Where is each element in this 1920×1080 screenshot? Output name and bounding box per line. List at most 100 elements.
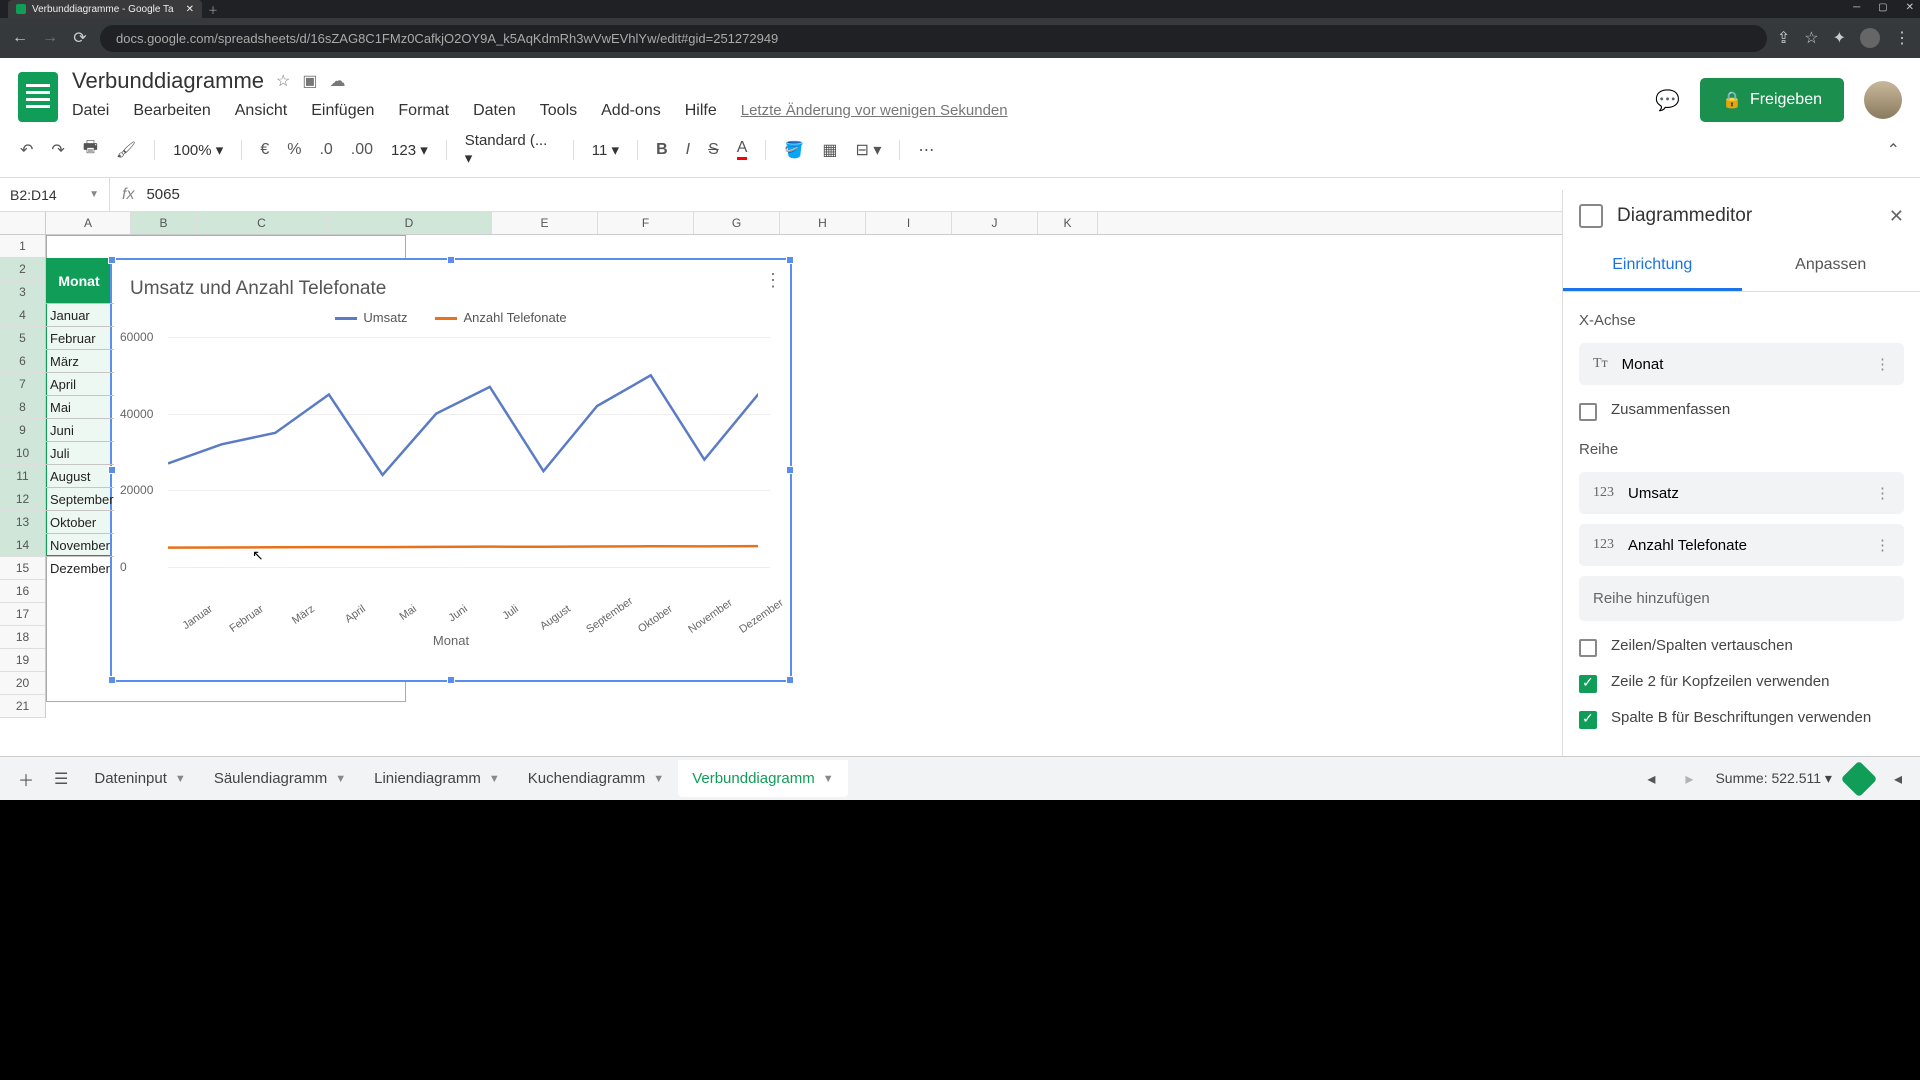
- cell-month[interactable]: März: [46, 349, 114, 372]
- col-header[interactable]: K: [1038, 212, 1098, 234]
- tab-setup[interactable]: Einrichtung: [1563, 242, 1742, 291]
- field-menu-icon[interactable]: ⋮: [1875, 536, 1890, 554]
- row-header[interactable]: 9: [0, 419, 45, 442]
- row-header[interactable]: 3: [0, 281, 45, 304]
- comments-icon[interactable]: 💬: [1655, 88, 1680, 113]
- tab-close-icon[interactable]: ✕: [186, 4, 194, 15]
- text-color-icon[interactable]: A: [737, 139, 748, 160]
- paint-format-icon[interactable]: 🖌: [116, 140, 136, 160]
- row-header[interactable]: 5: [0, 327, 45, 350]
- swap-checkbox-row[interactable]: Zeilen/Spalten vertauschen: [1579, 637, 1904, 657]
- row-header[interactable]: 11: [0, 465, 45, 488]
- xaxis-field[interactable]: Tᴛ Monat ⋮: [1579, 343, 1904, 385]
- row-header[interactable]: 18: [0, 626, 45, 649]
- row-header[interactable]: 17: [0, 603, 45, 626]
- col-header[interactable]: E: [492, 212, 598, 234]
- cell-month[interactable]: Dezember: [46, 556, 114, 579]
- row-header[interactable]: 13: [0, 511, 45, 534]
- series-field-telefonate[interactable]: 123 Anzahl Telefonate ⋮: [1579, 524, 1904, 566]
- font-select[interactable]: Standard (... ▾: [465, 132, 555, 167]
- row-header[interactable]: 12: [0, 488, 45, 511]
- explore-icon[interactable]: [1841, 760, 1878, 797]
- menu-format[interactable]: Format: [398, 102, 449, 120]
- row-header[interactable]: 21: [0, 695, 45, 718]
- select-all-corner[interactable]: [0, 212, 46, 235]
- cell-month-header[interactable]: Monat: [46, 258, 112, 303]
- sheet-tab[interactable]: Liniendiagramm▼: [360, 760, 514, 797]
- minimize-icon[interactable]: ─: [1853, 2, 1860, 13]
- checkbox-checked[interactable]: [1579, 675, 1597, 693]
- print-icon[interactable]: 🖶: [83, 136, 98, 163]
- browser-tab[interactable]: Verbunddiagramme - Google Ta ✕: [8, 0, 202, 18]
- profile-avatar-icon[interactable]: [1860, 28, 1880, 48]
- reload-icon[interactable]: ⟳: [70, 28, 90, 48]
- menu-einfuegen[interactable]: Einfügen: [311, 102, 374, 120]
- col-header[interactable]: J: [952, 212, 1038, 234]
- col-header[interactable]: F: [598, 212, 694, 234]
- col-header[interactable]: C: [197, 212, 327, 234]
- sheets-logo-icon[interactable]: [18, 72, 58, 122]
- more-formats-select[interactable]: 123 ▾: [391, 141, 428, 159]
- row-header[interactable]: 20: [0, 672, 45, 695]
- checkbox-checked[interactable]: [1579, 711, 1597, 729]
- cell-month[interactable]: Juli: [46, 441, 114, 464]
- close-panel-icon[interactable]: ✕: [1889, 206, 1904, 227]
- menu-daten[interactable]: Daten: [473, 102, 516, 120]
- extensions-icon[interactable]: ✦: [1833, 28, 1846, 48]
- cell-month[interactable]: August: [46, 464, 114, 487]
- menu-ansicht[interactable]: Ansicht: [235, 102, 287, 120]
- percent-icon[interactable]: %: [287, 141, 301, 159]
- row-header[interactable]: 16: [0, 580, 45, 603]
- col-header[interactable]: G: [694, 212, 780, 234]
- menu-datei[interactable]: Datei: [72, 102, 109, 120]
- menu-hilfe[interactable]: Hilfe: [685, 102, 717, 120]
- cell-month[interactable]: November: [46, 533, 114, 556]
- add-sheet-icon[interactable]: ＋: [10, 759, 42, 799]
- row-header[interactable]: 8: [0, 396, 45, 419]
- scroll-tabs-left-icon[interactable]: ◂: [1639, 761, 1663, 797]
- url-input[interactable]: [100, 25, 1767, 52]
- row-header[interactable]: 15: [0, 557, 45, 580]
- row-header[interactable]: 10: [0, 442, 45, 465]
- italic-icon[interactable]: I: [686, 141, 690, 159]
- name-box[interactable]: B2:D14▼: [0, 178, 110, 211]
- cell-month[interactable]: Mai: [46, 395, 114, 418]
- colB-checkbox-row[interactable]: Spalte B für Beschriftungen verwenden: [1579, 709, 1904, 729]
- move-doc-icon[interactable]: ▣: [302, 71, 317, 91]
- increase-decimal-icon[interactable]: .00: [351, 141, 373, 159]
- formula-input[interactable]: 5065: [146, 186, 179, 203]
- zoom-select[interactable]: 100% ▾: [173, 141, 223, 159]
- star-icon[interactable]: ☆: [1804, 28, 1818, 48]
- sheet-tab[interactable]: Verbunddiagramm▼: [678, 760, 847, 797]
- cell-month[interactable]: Januar: [46, 303, 114, 326]
- share-button[interactable]: 🔒 Freigeben: [1700, 78, 1844, 122]
- all-sheets-icon[interactable]: ☰: [46, 761, 76, 797]
- undo-icon[interactable]: ↶: [20, 140, 33, 160]
- redo-icon[interactable]: ↷: [51, 140, 64, 160]
- back-icon[interactable]: ←: [10, 29, 30, 47]
- collapse-toolbar-icon[interactable]: ⌃: [1887, 140, 1900, 160]
- cell-month[interactable]: Juni: [46, 418, 114, 441]
- row-header[interactable]: 2: [0, 258, 45, 281]
- new-tab-button[interactable]: ＋: [208, 2, 218, 17]
- sheet-tab[interactable]: Dateninput▼: [80, 760, 199, 797]
- strike-icon[interactable]: S: [708, 141, 719, 159]
- menu-bearbeiten[interactable]: Bearbeiten: [133, 102, 210, 120]
- quicksum[interactable]: Summe: 522.511 ▾: [1715, 770, 1832, 787]
- sheet-tab[interactable]: Kuchendiagramm▼: [514, 760, 678, 797]
- cell-month[interactable]: September: [46, 487, 114, 510]
- row-header[interactable]: 7: [0, 373, 45, 396]
- row-header[interactable]: 14: [0, 534, 45, 557]
- sheet-tab[interactable]: Säulendiagramm▼: [200, 760, 360, 797]
- row2-checkbox-row[interactable]: Zeile 2 für Kopfzeilen verwenden: [1579, 673, 1904, 693]
- field-menu-icon[interactable]: ⋮: [1875, 355, 1890, 373]
- embedded-chart[interactable]: ⋮ Umsatz und Anzahl Telefonate Umsatz An…: [110, 258, 792, 682]
- cell-month[interactable]: Oktober: [46, 510, 114, 533]
- borders-icon[interactable]: ▦: [822, 140, 837, 160]
- col-header[interactable]: B: [131, 212, 197, 234]
- menu-tools[interactable]: Tools: [540, 102, 577, 120]
- share-page-icon[interactable]: ⇪: [1777, 28, 1790, 48]
- row-header[interactable]: 6: [0, 350, 45, 373]
- maximize-icon[interactable]: ▢: [1878, 2, 1887, 13]
- fill-color-icon[interactable]: 🪣: [784, 140, 804, 160]
